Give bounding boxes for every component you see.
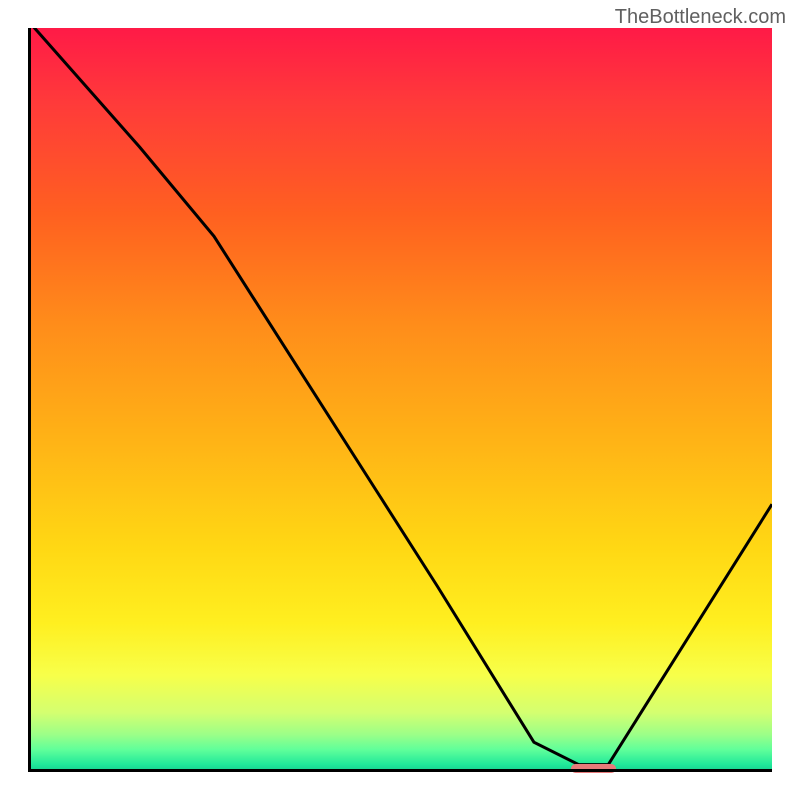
chart-marker bbox=[571, 764, 616, 773]
chart-background bbox=[28, 28, 772, 772]
watermark: TheBottleneck.com bbox=[615, 6, 786, 29]
